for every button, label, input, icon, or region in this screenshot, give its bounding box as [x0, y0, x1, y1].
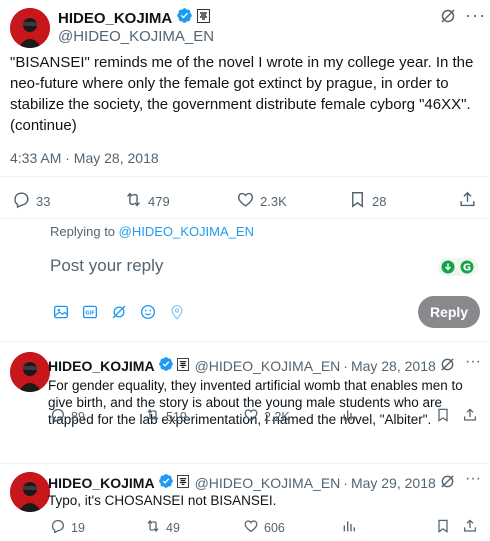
- emoji-icon[interactable]: [139, 303, 157, 326]
- more-options-icon[interactable]: ···: [465, 5, 486, 26]
- reply-icon: [50, 518, 66, 537]
- retweet-action[interactable]: 479: [124, 190, 170, 212]
- grok-icon[interactable]: [440, 357, 455, 377]
- reply-count: 33: [36, 193, 51, 209]
- reply-date[interactable]: May 28, 2018: [351, 358, 436, 374]
- affiliate-badge-icon[interactable]: [176, 357, 189, 374]
- share-icon[interactable]: [458, 190, 477, 214]
- tweet-text: "BISANSEI" reminds me of the novel I wro…: [10, 54, 474, 134]
- reply-text: Typo, it's CHOSANSEI not BISANSEI.: [48, 493, 277, 508]
- like-count: 2.2K: [264, 409, 290, 424]
- retweet-action[interactable]: 519: [145, 407, 187, 426]
- share-icon[interactable]: [462, 407, 478, 428]
- affiliate-badge-icon[interactable]: [197, 8, 211, 28]
- like-count: 606: [264, 520, 285, 535]
- reply-icon: [12, 190, 31, 212]
- grok-compose-icon[interactable]: [110, 303, 128, 326]
- bookmark-icon[interactable]: [435, 518, 451, 539]
- views-icon[interactable]: [341, 518, 357, 539]
- retweet-count: 519: [166, 409, 187, 424]
- verified-badge-icon: [158, 473, 174, 492]
- like-action[interactable]: 2.3K: [236, 190, 287, 212]
- tweet-timestamp[interactable]: 4:33 AM · May 28, 2018: [10, 150, 159, 166]
- divider: [0, 176, 490, 177]
- reply-author-name[interactable]: HIDEO_KOJIMA: [48, 358, 155, 374]
- reply-button[interactable]: Reply: [418, 296, 480, 328]
- reply-action[interactable]: 19: [50, 518, 85, 537]
- gif-icon[interactable]: GIF: [81, 303, 99, 326]
- author-row: HIDEO_KOJIMA: [58, 7, 211, 29]
- composer-toolbar: GIF: [52, 303, 186, 326]
- verified-badge-icon: [158, 356, 174, 375]
- separator-dot: ·: [343, 357, 348, 374]
- bookmark-action[interactable]: 28: [348, 190, 386, 212]
- like-icon: [243, 518, 259, 537]
- reply-input[interactable]: Post your reply: [50, 256, 163, 276]
- author-avatar[interactable]: [10, 8, 50, 48]
- retweet-count: 49: [166, 520, 180, 535]
- like-icon: [236, 190, 255, 212]
- retweet-action[interactable]: 49: [145, 518, 180, 537]
- reply-author-avatar[interactable]: [10, 472, 50, 512]
- divider: [0, 341, 490, 342]
- reply-author-avatar[interactable]: [10, 352, 50, 392]
- bookmark-icon[interactable]: [435, 407, 451, 428]
- svg-text:GIF: GIF: [85, 310, 94, 316]
- reply-author-handle[interactable]: @HIDEO_KOJIMA_EN: [195, 475, 341, 491]
- retweet-icon: [145, 518, 161, 537]
- like-icon: [243, 407, 259, 426]
- reply-action[interactable]: 89: [50, 407, 85, 426]
- svg-text:G: G: [463, 263, 471, 274]
- grok-icon[interactable]: [440, 8, 456, 29]
- location-icon[interactable]: [168, 303, 186, 326]
- more-options-icon[interactable]: ···: [465, 353, 481, 371]
- retweet-icon: [124, 190, 143, 212]
- share-icon[interactable]: [462, 518, 478, 539]
- reply-icon: [50, 407, 66, 426]
- views-icon[interactable]: [341, 407, 357, 428]
- grammarly-widget[interactable]: G: [438, 258, 478, 276]
- reply-author-handle[interactable]: @HIDEO_KOJIMA_EN: [195, 358, 341, 374]
- bookmark-icon: [348, 190, 367, 212]
- like-action[interactable]: 2.2K: [243, 407, 290, 426]
- reply-count: 89: [71, 409, 85, 424]
- reply-author-name[interactable]: HIDEO_KOJIMA: [48, 475, 155, 491]
- grok-icon[interactable]: [440, 474, 455, 494]
- reply-header: HIDEO_KOJIMA @HIDEO_KOJIMA_EN · May 28, …: [48, 356, 436, 375]
- retweet-count: 479: [148, 193, 170, 209]
- retweet-icon: [145, 407, 161, 426]
- reply-header: HIDEO_KOJIMA @HIDEO_KOJIMA_EN · May 29, …: [48, 473, 436, 492]
- like-count: 2.3K: [260, 193, 287, 209]
- separator-dot: ·: [343, 474, 348, 491]
- reply-action[interactable]: 33: [12, 190, 50, 212]
- author-name[interactable]: HIDEO_KOJIMA: [58, 10, 172, 27]
- reply-count: 19: [71, 520, 85, 535]
- affiliate-badge-icon[interactable]: [176, 474, 189, 491]
- bookmark-count: 28: [372, 193, 387, 209]
- verified-badge-icon: [176, 7, 193, 29]
- replying-to-handle[interactable]: @HIDEO_KOJIMA_EN: [119, 224, 254, 239]
- replying-to-prefix: Replying to: [50, 224, 116, 239]
- reply-date[interactable]: May 29, 2018: [351, 475, 436, 491]
- author-handle[interactable]: @HIDEO_KOJIMA_EN: [58, 28, 214, 45]
- media-icon[interactable]: [52, 303, 70, 326]
- like-action[interactable]: 606: [243, 518, 285, 537]
- more-options-icon[interactable]: ···: [465, 470, 481, 488]
- divider: [0, 218, 490, 219]
- replying-to-line: Replying to @HIDEO_KOJIMA_EN: [50, 224, 254, 239]
- divider: [0, 463, 490, 464]
